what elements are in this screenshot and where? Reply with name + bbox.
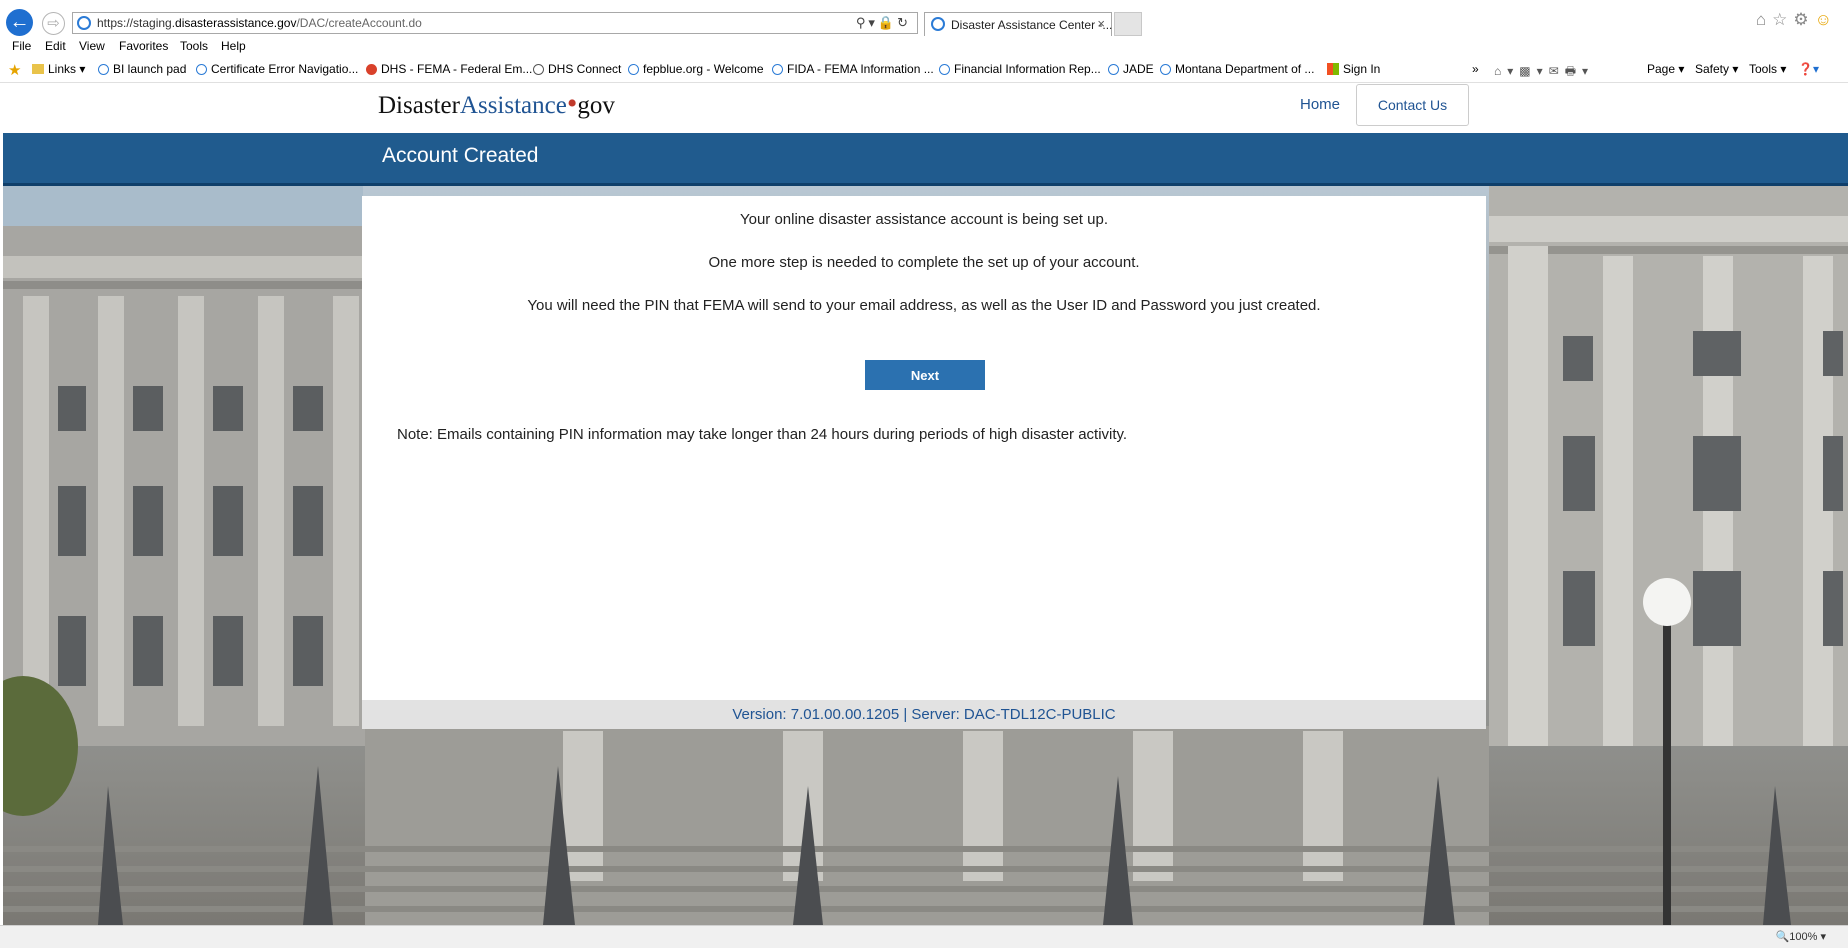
favorites-overflow[interactable]: » — [1472, 62, 1479, 76]
page-icon — [772, 64, 783, 75]
ie-page-icon — [77, 16, 91, 30]
help-icon[interactable]: ❓▾ — [1798, 62, 1819, 76]
favorites-star-icon[interactable]: ★ — [8, 61, 21, 79]
fav-label: JADE — [1123, 62, 1154, 76]
menu-view[interactable]: View — [79, 39, 105, 53]
logo-dot: • — [566, 87, 578, 120]
fav-fida[interactable]: FIDA - FEMA Information ... — [772, 62, 934, 76]
nav-contact-us-button[interactable]: Contact Us — [1356, 84, 1469, 126]
page-title-bar: Account Created — [3, 133, 1848, 186]
tab-disaster-assistance[interactable]: Disaster Assistance Center -... × — [924, 12, 1112, 36]
url-prefix: https://staging. — [97, 16, 176, 30]
nav-home-link[interactable]: Home — [1300, 96, 1340, 113]
page-icon — [628, 64, 639, 75]
home-favorites-settings-icons[interactable]: ⌂☆⚙☺ — [1756, 10, 1838, 30]
page-icon — [1160, 64, 1171, 75]
fav-label: Certificate Error Navigatio... — [211, 62, 359, 76]
browser-status-bar: 🔍100% ▾ — [0, 925, 1848, 948]
zoom-control[interactable]: 🔍100% ▾ — [1776, 930, 1826, 943]
seal-icon — [533, 64, 544, 75]
page-icon — [1108, 64, 1119, 75]
tab-close-icon[interactable]: × — [1097, 16, 1105, 31]
menu-bar: File Edit View Favorites Tools Help — [0, 37, 1848, 57]
fav-dhs-fema[interactable]: DHS - FEMA - Federal Em... — [366, 62, 532, 76]
fav-label: Links ▾ — [48, 62, 86, 76]
menu-tools[interactable]: Tools — [180, 39, 208, 53]
fav-label: Montana Department of ... — [1175, 62, 1315, 76]
fav-bi-launch-pad[interactable]: BI launch pad — [98, 62, 186, 76]
fav-links[interactable]: Links ▾ — [32, 62, 85, 76]
new-tab-button[interactable] — [1114, 12, 1142, 36]
cmd-page[interactable]: Page ▾ — [1647, 62, 1684, 76]
fav-montana[interactable]: Montana Department of ... — [1160, 62, 1314, 76]
fav-label: DHS - FEMA - Federal Em... — [381, 62, 533, 76]
logo-assistance: Assistance — [459, 92, 567, 119]
forward-arrow-icon[interactable]: ⇨ — [42, 12, 65, 35]
fav-label: fepblue.org - Welcome — [643, 62, 764, 76]
command-bar-icons[interactable]: ⌂▾▩▾✉🖶▾ — [1494, 62, 1594, 83]
next-button[interactable]: Next — [865, 360, 985, 390]
page-icon — [939, 64, 950, 75]
version-footer: Version: 7.01.00.00.1205 | Server: DAC-T… — [362, 700, 1486, 729]
folder-icon — [32, 64, 44, 74]
back-arrow-icon[interactable]: ← — [6, 9, 33, 36]
fav-label: Sign In — [1343, 62, 1381, 76]
fav-jade[interactable]: JADE — [1108, 62, 1154, 76]
zoom-icon: 🔍 — [1775, 931, 1790, 943]
url-path: /DAC/createAccount.do — [296, 16, 422, 30]
fav-label: Financial Information Rep... — [954, 62, 1101, 76]
page-icon — [196, 64, 207, 75]
pin-email-note: Note: Emails containing PIN information … — [397, 426, 1128, 443]
page-title: Account Created — [382, 144, 539, 167]
fav-financial-info[interactable]: Financial Information Rep... — [939, 62, 1101, 76]
cmd-tools[interactable]: Tools ▾ — [1749, 62, 1786, 76]
cmd-safety[interactable]: Safety ▾ — [1695, 62, 1738, 76]
pin-instructions: You will need the PIN that FEMA will sen… — [527, 297, 1321, 314]
address-tools[interactable]: ⚲▾🔒↻ — [856, 15, 911, 31]
next-step-message: One more step is needed to complete the … — [708, 254, 1140, 271]
site-header: DisasterAssistance•gov Home Contact Us — [0, 83, 1848, 133]
fav-label: FIDA - FEMA Information ... — [787, 62, 934, 76]
address-bar[interactable]: https://staging.disasterassistance.gov/D… — [72, 12, 918, 34]
fav-certificate-error[interactable]: Certificate Error Navigatio... — [196, 62, 358, 76]
setup-message: Your online disaster assistance account … — [739, 211, 1108, 228]
fav-label: DHS Connect — [548, 62, 622, 76]
windows-icon — [1327, 63, 1339, 75]
fav-sign-in[interactable]: Sign In — [1327, 62, 1380, 76]
fav-dhs-connect[interactable]: DHS Connect — [533, 62, 621, 76]
ie-tab-icon — [931, 17, 945, 31]
logo-disaster: Disaster — [378, 92, 460, 119]
favorites-bar: ★ Links ▾ BI launch pad Certificate Erro… — [0, 58, 1848, 83]
logo-gov: gov — [577, 92, 615, 119]
menu-help[interactable]: Help — [221, 39, 246, 53]
account-created-panel: Your online disaster assistance account … — [362, 196, 1486, 729]
page-icon — [98, 64, 109, 75]
site-logo[interactable]: DisasterAssistance•gov — [378, 89, 615, 120]
shield-icon — [366, 64, 377, 75]
url-domain: disasterassistance.gov — [175, 16, 297, 30]
menu-file[interactable]: File — [12, 39, 31, 53]
fav-fepblue[interactable]: fepblue.org - Welcome — [628, 62, 764, 76]
tab-title: Disaster Assistance Center -... — [951, 18, 1113, 32]
fav-label: BI launch pad — [113, 62, 187, 76]
menu-edit[interactable]: Edit — [45, 39, 66, 53]
menu-favorites[interactable]: Favorites — [119, 39, 168, 53]
url-text: https://staging.disasterassistance.gov/D… — [97, 16, 422, 30]
zoom-level: 100% — [1789, 931, 1818, 943]
